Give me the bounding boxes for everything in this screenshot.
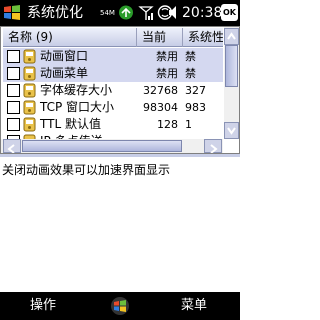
chevron-down-icon — [227, 127, 236, 135]
row-checkbox[interactable] — [7, 118, 20, 131]
horizontal-scrollbar[interactable] — [1, 139, 223, 153]
row-name: TCP 窗口大小 — [40, 100, 115, 114]
row-checkbox[interactable] — [7, 50, 20, 63]
row-current-value: 禁用 — [156, 67, 178, 80]
list-header: 名称 (9) 当前 系统性 — [3, 28, 223, 47]
network-icon[interactable] — [118, 4, 134, 21]
table-row[interactable]: TCP 窗口大小 98304 983 — [3, 99, 223, 116]
scroll-right-button[interactable] — [204, 139, 222, 153]
row-checkbox[interactable] — [7, 101, 20, 114]
setting-item-icon — [23, 49, 36, 64]
description-text: 关闭动画效果可以加速界面显示 — [2, 163, 171, 177]
column-header-name[interactable]: 名称 (9) — [3, 28, 137, 47]
chevron-up-icon — [227, 32, 236, 40]
row-system-value: 禁 — [185, 67, 196, 80]
volume-icon[interactable] — [168, 4, 180, 21]
softkey-bar: 操作 菜单 — [0, 292, 240, 320]
row-current-value: 128 — [157, 118, 178, 131]
table-row[interactable]: 动画窗口 禁用 禁 — [3, 48, 223, 65]
row-checkbox[interactable] — [7, 84, 20, 97]
horizontal-scroll-thumb[interactable] — [22, 140, 182, 152]
action-softkey[interactable]: 操作 — [30, 297, 56, 315]
ok-button[interactable]: OK — [221, 4, 238, 21]
row-name: 动画菜单 — [40, 66, 89, 80]
list-rows: 动画窗口 禁用 禁 动画菜单 禁用 禁 字体缓存大小 32768 327 TCP… — [3, 48, 223, 143]
scroll-up-button[interactable] — [224, 28, 239, 45]
scroll-left-button[interactable] — [3, 139, 21, 153]
row-current-value: 禁用 — [156, 50, 178, 63]
column-header-system[interactable]: 系统性 — [183, 28, 223, 47]
setting-item-icon — [23, 66, 36, 81]
row-name: 动画窗口 — [40, 49, 89, 63]
table-row[interactable]: TTL 默认值 128 1 — [3, 116, 223, 133]
description-pane: 关闭动画效果可以加速界面显示 — [0, 154, 240, 292]
row-system-value: 983 — [185, 101, 206, 114]
column-header-current[interactable]: 当前 — [137, 28, 183, 47]
row-current-value: 32768 — [143, 84, 178, 97]
signal-icon[interactable] — [138, 4, 154, 21]
row-name: TTL 默认值 — [40, 117, 101, 131]
chevron-right-icon — [210, 144, 218, 153]
vertical-scrollbar[interactable] — [224, 27, 239, 139]
menu-softkey[interactable]: 菜单 — [181, 297, 207, 315]
network-speed-label: 54M — [100, 9, 115, 17]
row-system-value: 禁 — [185, 50, 196, 63]
scroll-down-button[interactable] — [224, 122, 239, 139]
table-row[interactable]: 动画菜单 禁用 禁 — [3, 65, 223, 82]
row-checkbox[interactable] — [7, 67, 20, 80]
row-system-value: 327 — [185, 84, 206, 97]
setting-item-icon — [23, 100, 36, 115]
start-logo-icon[interactable] — [2, 3, 22, 23]
row-system-value: 1 — [185, 118, 192, 131]
clock[interactable]: 20:38 — [182, 4, 222, 22]
setting-item-icon — [23, 83, 36, 98]
window-title: 系统优化 — [27, 5, 83, 21]
row-current-value: 98304 — [143, 101, 178, 114]
scroll-thumb[interactable] — [225, 45, 238, 87]
windows-logo-icon[interactable] — [110, 296, 130, 316]
chevron-left-icon — [7, 144, 15, 153]
settings-list[interactable]: 名称 (9) 当前 系统性 动画窗口 禁用 禁 动画菜单 禁用 禁 字体缓存大小… — [0, 26, 240, 154]
status-bar: 系统优化 54M 20:38 OK — [0, 0, 240, 26]
setting-item-icon — [23, 117, 36, 132]
row-name: 字体缓存大小 — [40, 83, 113, 97]
table-row[interactable]: 字体缓存大小 32768 327 — [3, 82, 223, 99]
